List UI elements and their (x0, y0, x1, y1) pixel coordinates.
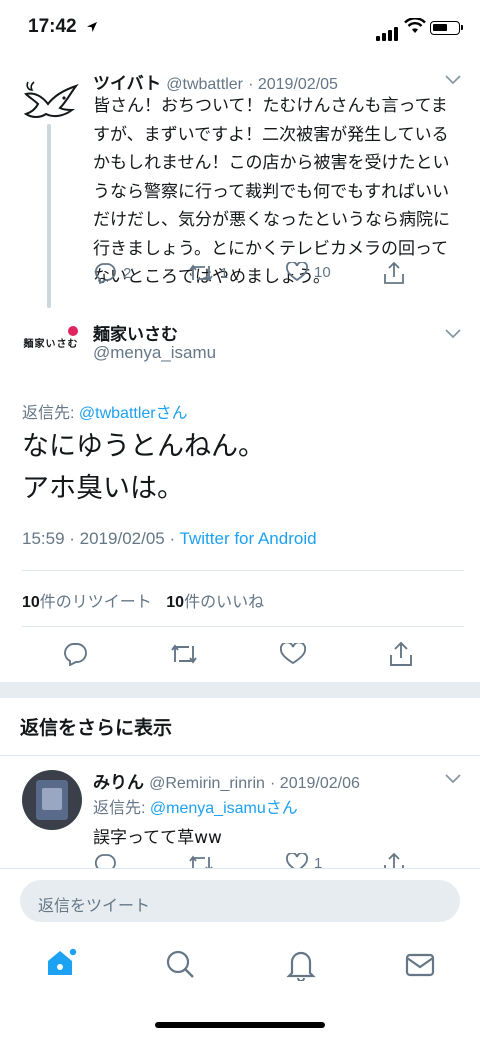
search-icon[interactable] (166, 950, 196, 980)
like-stats[interactable]: 10件のいいね (166, 594, 264, 611)
author-handle[interactable]: @Remirin_rinrin (149, 775, 265, 792)
divider (22, 626, 464, 627)
reply-tweet-text: 誤字ってて草ww (93, 828, 222, 848)
engagement-stats: 10件のリツイート 10件のいいね (22, 588, 264, 612)
menya-avatar[interactable]: 麺家いさむ (22, 322, 80, 362)
reply-context: 返信先: @menya_isamuさん (93, 794, 298, 818)
reply-icon[interactable] (93, 853, 117, 868)
cellular-signal-icon (376, 22, 400, 41)
rt-label: 件のリツイート (39, 594, 152, 611)
thread-line (47, 124, 51, 308)
timestamp-text: 15:59 · 2019/02/05 · (22, 529, 180, 548)
tweet-line: すが、まずいですよ！二次被害が発生している (93, 124, 449, 145)
wifi-icon (404, 18, 426, 33)
reply-count: 2 (123, 264, 132, 282)
reply-icon (94, 263, 116, 284)
reply-suffix: さん (155, 405, 188, 422)
divider (22, 570, 464, 571)
parent-tweet-text: 皆さん！おちついて！たむけんさんも言ってま すが、まずいですよ！二次被害が発生し… (93, 92, 473, 292)
tweet-line: だけだし、気分が悪くなったというなら病院に (93, 210, 450, 230)
like-count: 10 (314, 263, 331, 281)
reply-prefix: 返信先: (93, 800, 150, 817)
reply-to-link[interactable]: @twbattler (79, 405, 156, 422)
divider (0, 868, 480, 869)
rt-count: 10 (22, 594, 40, 611)
tweet-line: かもしれません！この店から被害を受けたとい (93, 153, 450, 173)
retweet-stats[interactable]: 10件のリツイート (22, 594, 152, 611)
tweet-line: 皆さん！おちついて！たむけんさんも言ってま (93, 96, 448, 116)
like-button[interactable]: 10 (286, 262, 331, 282)
retweet-icon[interactable] (188, 853, 214, 868)
share-icon[interactable] (389, 641, 413, 667)
reply-context: 返信先: @twbattlerさん (22, 399, 188, 423)
author-name[interactable]: 麺家いさむ (93, 320, 178, 345)
heart-icon (286, 262, 308, 282)
bottom-tab-bar (0, 934, 480, 996)
status-bar: 17:42 (0, 0, 480, 56)
dove-avatar[interactable] (20, 74, 82, 124)
like-button[interactable]: 1 (286, 853, 322, 868)
like-label: 件のいいね (184, 594, 265, 611)
reply-tweet-header: みりん @Remirin_rinrin · 2019/02/06 (93, 768, 360, 793)
reply-prefix: 返信先: (22, 405, 79, 422)
messages-envelope-icon[interactable] (405, 953, 435, 977)
reply-to-link[interactable]: @menya_isamu (150, 800, 266, 817)
author-handle[interactable]: @twbattler (166, 76, 243, 93)
section-separator (0, 682, 480, 698)
author-handle[interactable]: @menya_isamu (93, 343, 216, 363)
heart-icon (286, 853, 308, 868)
home-indicator (155, 1022, 325, 1028)
home-icon[interactable] (44, 946, 78, 980)
reply-icon[interactable] (62, 642, 88, 666)
battery-nub (461, 25, 463, 30)
tweet-date: · 2019/02/05 (248, 76, 338, 93)
tweet-line: うなら警察に行って裁判でも何でもすればいい (93, 181, 450, 202)
avatar-logo-mark (68, 326, 78, 336)
avatar-figure (42, 788, 62, 810)
retweet-icon (189, 264, 213, 282)
notifications-bell-icon[interactable] (286, 949, 316, 981)
chevron-down-icon[interactable] (445, 75, 461, 85)
mirin-avatar[interactable] (22, 770, 82, 830)
location-arrow-icon (87, 22, 97, 32)
reply-actions-clipped: 1 (0, 850, 480, 868)
chevron-down-icon[interactable] (445, 774, 461, 784)
tweet-line: なにゆうとんねん。 (22, 431, 265, 462)
like-count: 10 (166, 594, 185, 611)
reply-button[interactable]: 2 (93, 262, 131, 284)
client-link[interactable]: Twitter for Android (180, 529, 317, 548)
share-icon[interactable] (383, 261, 405, 285)
tweet-line: アホ臭いは。 (22, 473, 184, 504)
battery-icon (430, 21, 460, 35)
reply-suffix: さん (265, 800, 298, 817)
share-icon[interactable] (383, 852, 405, 868)
main-tweet-text: なにゆうとんねん。 アホ臭いは。 (22, 426, 265, 510)
chevron-down-icon[interactable] (445, 329, 461, 339)
retweet-button[interactable]: 1 (188, 262, 228, 284)
tweet-line: 行きましょう。とにかくテレビカメラの回って (93, 238, 449, 259)
parent-tweet-header: ツイバト @twbattler · 2019/02/05 (93, 69, 338, 94)
avatar-logo-text: 麺家いさむ (23, 338, 79, 350)
retweet-icon[interactable] (170, 642, 198, 666)
tweet-date: · 2019/02/06 (270, 775, 360, 792)
author-name[interactable]: ツイバト (93, 74, 161, 93)
like-count: 1 (314, 854, 323, 869)
compose-placeholder: 返信をツイート (38, 896, 151, 915)
author-name[interactable]: みりん (93, 773, 144, 792)
heart-icon[interactable] (280, 643, 306, 665)
divider (0, 755, 480, 756)
retweet-count: 1 (220, 264, 229, 282)
tweet-line: ないところではやめましょう。 (93, 267, 330, 287)
status-time: 17:42 (28, 16, 77, 37)
tweet-timestamp: 15:59 · 2019/02/05 · Twitter for Android (22, 529, 317, 549)
reply-compose-input[interactable]: 返信をツイート (20, 880, 460, 922)
more-replies-title[interactable]: 返信をさらに表示 (20, 713, 172, 740)
